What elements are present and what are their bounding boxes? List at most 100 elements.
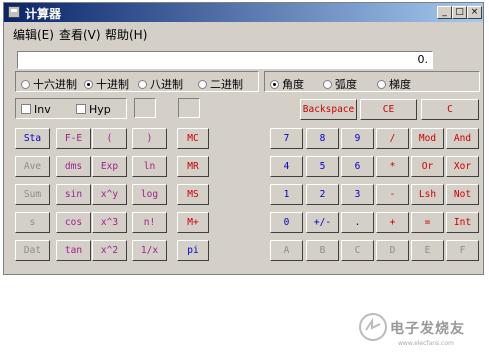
factorial-button[interactable]: n! (132, 212, 167, 233)
inv-checkbox[interactable]: Inv (21, 103, 51, 116)
sin-button[interactable]: sin (56, 184, 91, 205)
dms-button[interactable]: dms (56, 156, 91, 177)
dat-button[interactable]: Dat (15, 240, 50, 261)
and-button[interactable]: And (446, 128, 479, 149)
radio-degrees-label: 角度 (282, 78, 304, 91)
parenthesis-indicator (134, 98, 156, 118)
8-button[interactable]: 8 (306, 128, 339, 149)
watermark: 电子发烧友 www.elecfans.com (358, 312, 478, 348)
cos-button[interactable]: cos (56, 212, 91, 233)
result-display: 0. (17, 51, 433, 69)
radio-hex-dot (21, 80, 30, 89)
subtract-button[interactable]: - (376, 184, 409, 205)
calculator-window: 计算器 _ □ × 编辑(E) 查看(V) 帮助(H) 0. 十六进制 十进制 … (3, 2, 484, 275)
radio-oct-dot (138, 80, 147, 89)
radio-degrees-dot (270, 80, 279, 89)
inv-label: Inv (34, 103, 51, 116)
radio-gradians[interactable]: 梯度 (377, 76, 411, 92)
d-button[interactable]: D (376, 240, 409, 261)
2-button[interactable]: 2 (306, 184, 339, 205)
9-button[interactable]: 9 (341, 128, 374, 149)
menu-view[interactable]: 查看(V) (59, 26, 101, 43)
ave-button[interactable]: Ave (15, 156, 50, 177)
log-button[interactable]: log (132, 184, 167, 205)
clear-entry-button[interactable]: CE (360, 99, 417, 120)
open-paren-button[interactable]: ( (92, 128, 127, 149)
mod-button[interactable]: Mod (411, 128, 444, 149)
menu-bar: 编辑(E) 查看(V) 帮助(H) (4, 23, 483, 42)
m-button[interactable]: M+ (177, 212, 209, 233)
tan-button[interactable]: tan (56, 240, 91, 261)
sum-button[interactable]: Sum (15, 184, 50, 205)
int-button[interactable]: Int (446, 212, 479, 233)
negate-button[interactable]: +/- (306, 212, 339, 233)
b-button[interactable]: B (306, 240, 339, 261)
or-button[interactable]: Or (411, 156, 444, 177)
radio-radians-label: 弧度 (335, 78, 357, 91)
memory-indicator (178, 98, 200, 118)
e-button[interactable]: E (411, 240, 444, 261)
mc-button[interactable]: MC (177, 128, 209, 149)
close-paren-button[interactable]: ) (132, 128, 167, 149)
radio-gradians-dot (377, 80, 386, 89)
radio-oct[interactable]: 八进制 (138, 76, 183, 92)
maximize-button[interactable]: □ (452, 6, 467, 19)
number-base-group: 十六进制 十进制 八进制 二进制 (15, 71, 259, 92)
6-button[interactable]: 6 (341, 156, 374, 177)
lsh-button[interactable]: Lsh (411, 184, 444, 205)
radio-gradians-label: 梯度 (389, 78, 411, 91)
hyp-label: Hyp (89, 103, 111, 116)
ln-button[interactable]: ln (132, 156, 167, 177)
equals-button[interactable]: = (411, 212, 444, 233)
square-button[interactable]: x^2 (92, 240, 127, 261)
mr-button[interactable]: MR (177, 156, 209, 177)
5-button[interactable]: 5 (306, 156, 339, 177)
ms-button[interactable]: MS (177, 184, 209, 205)
radio-degrees[interactable]: 角度 (270, 76, 304, 92)
divide-button[interactable]: / (376, 128, 409, 149)
1-button[interactable]: 1 (270, 184, 303, 205)
radio-bin-label: 二进制 (210, 78, 243, 91)
power-button[interactable]: x^y (92, 184, 127, 205)
reciprocal-button[interactable]: 1/x (132, 240, 167, 261)
clear-button[interactable]: C (421, 99, 479, 120)
backspace-button[interactable]: Backspace (300, 99, 357, 120)
radio-hex-label: 十六进制 (33, 78, 77, 91)
minimize-button[interactable]: _ (437, 6, 452, 19)
menu-edit[interactable]: 编辑(E) (13, 26, 54, 43)
radio-hex[interactable]: 十六进制 (21, 76, 77, 92)
xor-button[interactable]: Xor (446, 156, 479, 177)
menu-help[interactable]: 帮助(H) (105, 26, 147, 43)
s-button[interactable]: s (15, 212, 50, 233)
c-button[interactable]: C (341, 240, 374, 261)
radio-dec[interactable]: 十进制 (84, 76, 129, 92)
0-button[interactable]: 0 (270, 212, 303, 233)
decimal-button[interactable]: . (341, 212, 374, 233)
f-button[interactable]: F (446, 240, 479, 261)
7-button[interactable]: 7 (270, 128, 303, 149)
calculator-icon (8, 6, 20, 18)
watermark-logo-icon (359, 313, 387, 341)
hyp-checkbox[interactable]: Hyp (76, 103, 111, 116)
close-button[interactable]: × (467, 6, 482, 19)
sta-button[interactable]: Sta (15, 128, 50, 149)
watermark-text: 电子发烧友 (390, 321, 465, 337)
3-button[interactable]: 3 (341, 184, 374, 205)
hyp-checkbox-box (76, 104, 86, 114)
window-title: 计算器 (25, 7, 62, 21)
radio-bin[interactable]: 二进制 (198, 76, 243, 92)
f-e-button[interactable]: F-E (56, 128, 91, 149)
radio-dec-label: 十进制 (96, 78, 129, 91)
a-button[interactable]: A (270, 240, 303, 261)
radio-radians[interactable]: 弧度 (323, 76, 357, 92)
4-button[interactable]: 4 (270, 156, 303, 177)
not-button[interactable]: Not (446, 184, 479, 205)
cube-button[interactable]: x^3 (92, 212, 127, 233)
pi-button[interactable]: pi (177, 240, 209, 261)
radio-dec-dot (84, 80, 93, 89)
inv-checkbox-box (21, 104, 31, 114)
exp-button[interactable]: Exp (92, 156, 127, 177)
add-button[interactable]: + (376, 212, 409, 233)
title-bar[interactable]: 计算器 _ □ × (4, 3, 483, 22)
multiply-button[interactable]: * (376, 156, 409, 177)
